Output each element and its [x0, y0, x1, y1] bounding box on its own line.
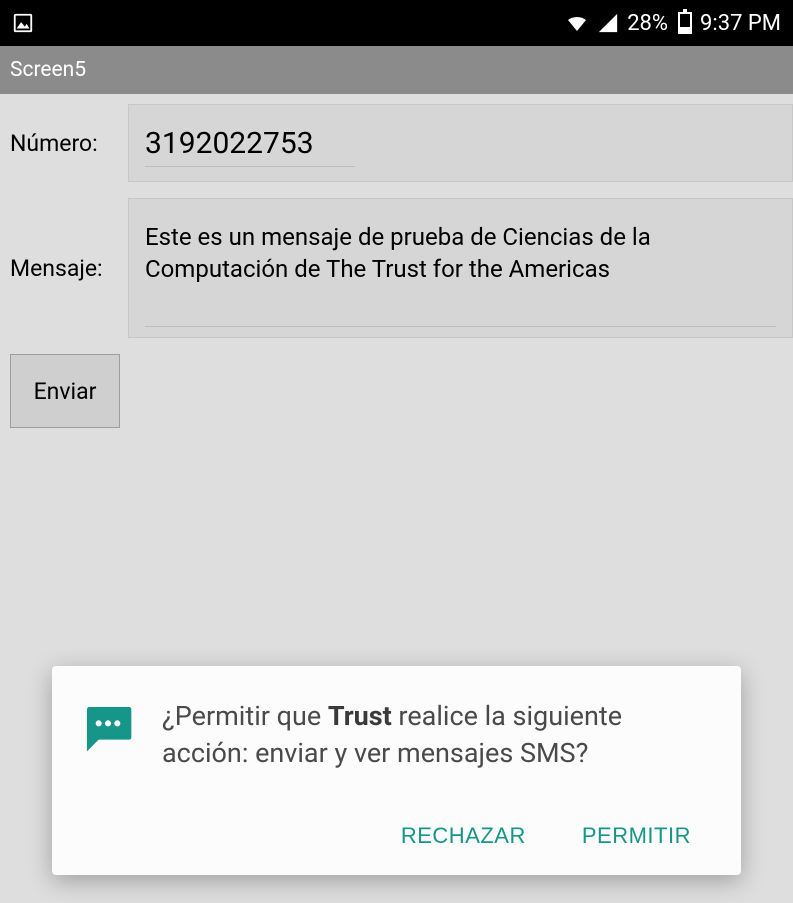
- number-row: Número: 3192022753: [0, 104, 793, 182]
- sms-icon: [80, 700, 136, 756]
- number-input[interactable]: 3192022753: [128, 104, 793, 182]
- main-content: Número: 3192022753 Mensaje: Este es un m…: [0, 94, 793, 903]
- battery-percent: 28%: [627, 11, 668, 36]
- message-row: Mensaje: Este es un mensaje de prueba de…: [0, 198, 793, 338]
- status-bar: 28% 9:37 PM: [0, 0, 793, 46]
- battery-icon: [676, 12, 692, 34]
- cell-signal-icon: [597, 12, 619, 34]
- permission-dialog: ¿Permitir que Trust realice la siguiente…: [52, 666, 741, 875]
- app-title-bar: Screen5: [0, 46, 793, 94]
- clock: 9:37 PM: [700, 11, 781, 36]
- number-label: Número:: [0, 130, 118, 157]
- dialog-actions: RECHAZAR PERMITIR: [80, 815, 705, 857]
- screen-title: Screen5: [10, 58, 86, 82]
- send-button-label: Enviar: [34, 378, 97, 405]
- wifi-icon: [565, 11, 589, 35]
- dialog-text-prefix: ¿Permitir que: [162, 700, 328, 732]
- input-underline: [145, 326, 776, 327]
- status-right: 28% 9:37 PM: [565, 11, 781, 36]
- allow-button[interactable]: PERMITIR: [578, 815, 695, 857]
- message-label: Mensaje:: [0, 255, 118, 282]
- message-input[interactable]: Este es un mensaje de prueba de Ciencias…: [128, 198, 793, 338]
- status-left: [12, 12, 34, 34]
- reject-button[interactable]: RECHAZAR: [397, 815, 530, 857]
- input-underline: [145, 166, 355, 167]
- image-icon: [12, 12, 34, 34]
- number-value: 3192022753: [145, 126, 314, 161]
- dialog-app-name: Trust: [328, 700, 392, 732]
- message-value: Este es un mensaje de prueba de Ciencias…: [145, 223, 651, 283]
- dialog-text: ¿Permitir que Trust realice la siguiente…: [162, 698, 705, 771]
- dialog-body: ¿Permitir que Trust realice la siguiente…: [80, 698, 705, 771]
- send-button[interactable]: Enviar: [10, 354, 120, 428]
